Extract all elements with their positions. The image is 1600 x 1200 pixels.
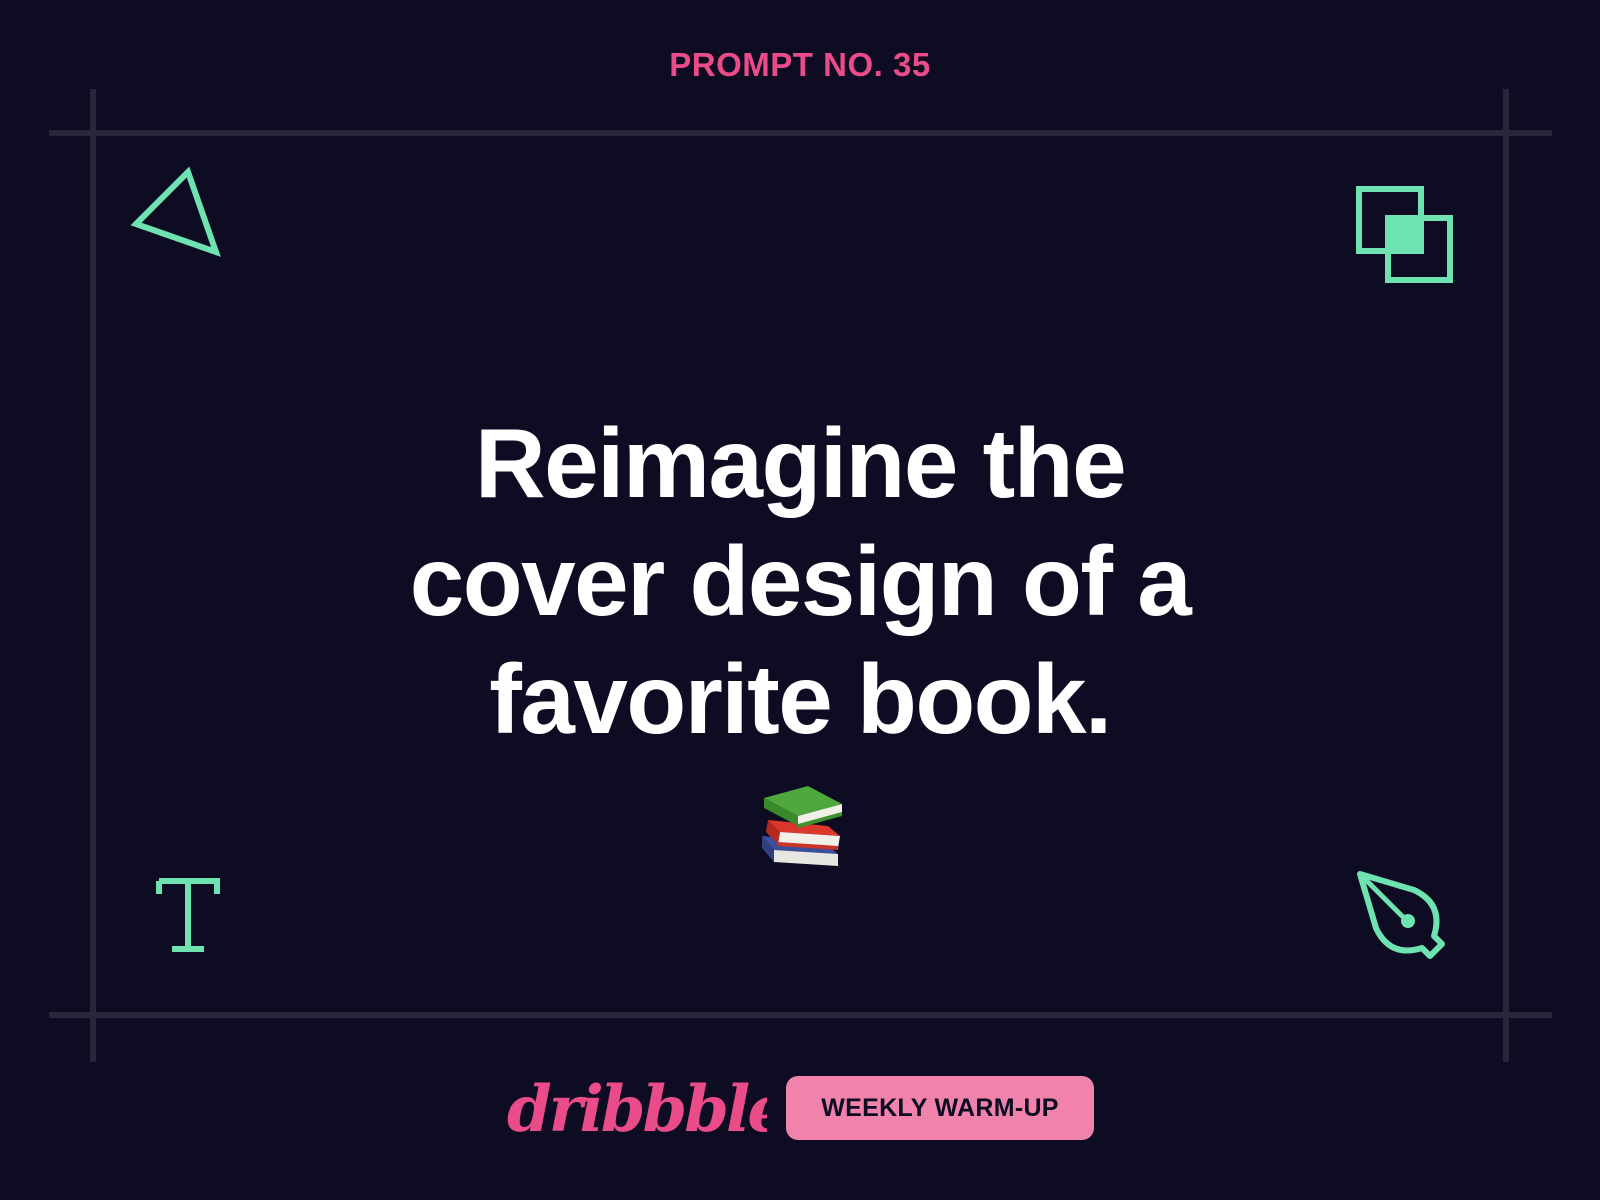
headline-line-3: favorite book.	[489, 644, 1112, 754]
books-emoji-icon	[762, 786, 842, 866]
headline-line-2: cover design of a	[409, 526, 1192, 636]
frame-right-line	[1503, 89, 1509, 1062]
text-tool-icon	[156, 878, 220, 952]
layers-overlap-icon	[1356, 186, 1453, 283]
headline: Reimagine the cover design of a favorite…	[300, 404, 1300, 758]
frame-top-line	[49, 130, 1552, 136]
headline-line-1: Reimagine the	[474, 408, 1127, 518]
prompt-number: PROMPT NO. 35	[669, 46, 931, 83]
pen-tool-icon	[1357, 871, 1445, 959]
frame-left-line	[90, 89, 96, 1062]
cursor-arrow-icon	[130, 166, 221, 257]
dribbble-logo-text: dribbble	[507, 1075, 767, 1145]
footer: dribbble WEEKLY WARM-UP	[0, 1075, 1600, 1145]
dribbble-logo[interactable]: dribbble	[505, 1075, 767, 1145]
weekly-warmup-badge: WEEKLY WARM-UP	[786, 1076, 1094, 1140]
frame-bottom-line	[49, 1012, 1552, 1018]
